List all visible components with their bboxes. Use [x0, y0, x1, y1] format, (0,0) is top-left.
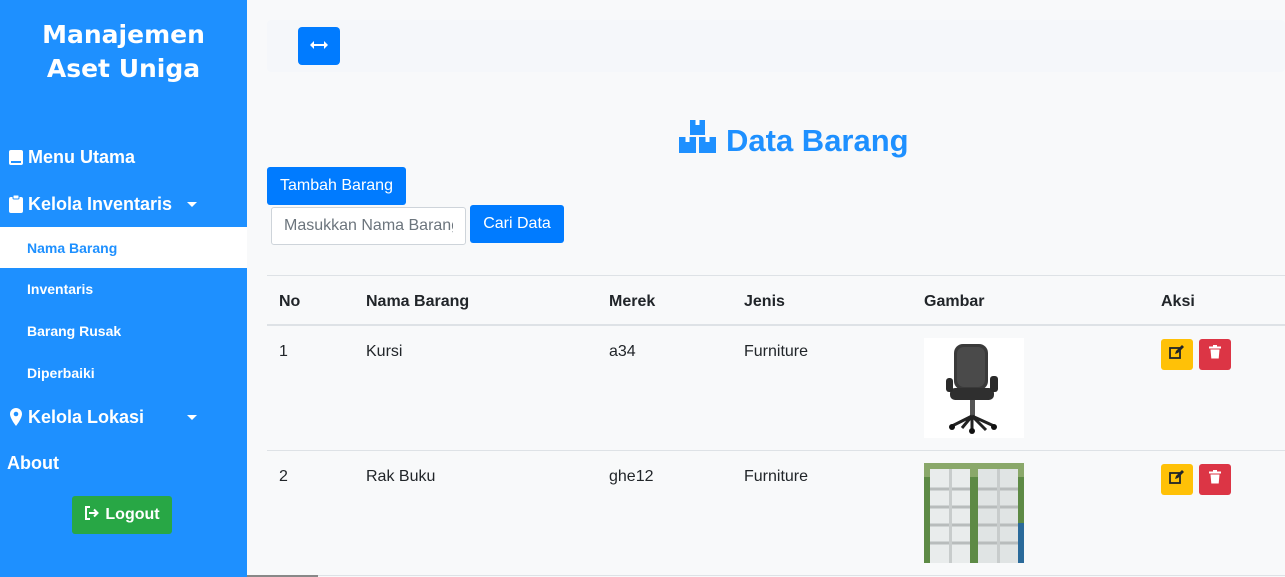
sidebar-item-barang-rusak[interactable]: Barang Rusak [0, 310, 247, 351]
header-merek: Merek [609, 293, 656, 310]
cell-merek: a34 [609, 343, 636, 360]
delete-button[interactable] [1199, 339, 1231, 370]
trash-icon [1209, 345, 1221, 364]
boxes-icon [679, 120, 716, 161]
edit-icon [1169, 470, 1185, 489]
logout-label: Logout [105, 506, 160, 523]
search-input[interactable] [271, 207, 466, 245]
nav-kelola-lokasi[interactable]: Kelola Lokasi [0, 403, 247, 431]
table-header: No Nama Barang Merek Jenis Gambar Aksi [267, 276, 1285, 326]
edit-button[interactable] [1161, 339, 1193, 370]
trash-icon [1209, 470, 1221, 489]
page-title: Data Barang [679, 120, 909, 161]
chevron-down-icon [187, 202, 197, 207]
nav-kelola-inventaris[interactable]: Kelola Inventaris [0, 190, 247, 218]
search-button[interactable]: Cari Data [470, 205, 564, 243]
brand-line-1: Manajemen [42, 20, 205, 49]
nav-kelola-lokasi-label: Kelola Lokasi [28, 406, 145, 427]
edit-icon [1169, 345, 1185, 364]
map-marker-icon [6, 408, 26, 426]
sidebar-toggle-button[interactable] [298, 27, 340, 65]
topbar [267, 20, 1285, 72]
header-aksi: Aksi [1161, 293, 1195, 310]
nav-kelola-inventaris-label: Kelola Inventaris [28, 193, 173, 214]
page-title-text: Data Barang [726, 122, 909, 158]
header-jenis: Jenis [744, 293, 785, 310]
main-content: Data Barang Tambah Barang Cari Data No N… [247, 0, 1285, 577]
clipboard-icon [6, 195, 26, 213]
sidebar-item-nama-barang[interactable]: Nama Barang [0, 227, 247, 268]
cell-jenis: Furniture [744, 468, 809, 485]
sidebar: Manajemen Aset Uniga Menu Utama Kelola I… [0, 0, 247, 577]
bookshelf-image [924, 463, 1024, 563]
cell-jenis: Furniture [744, 343, 809, 360]
book-icon [6, 149, 26, 166]
items-table: No Nama Barang Merek Jenis Gambar Aksi 1… [267, 275, 1285, 576]
arrows-horizontal-icon [310, 37, 328, 55]
brand: Manajemen Aset Uniga [0, 18, 247, 86]
cell-merek: ghe12 [609, 468, 654, 485]
nav-menu-utama[interactable]: Menu Utama [0, 143, 247, 171]
header-no: No [279, 293, 301, 310]
sidebar-item-diperbaiki[interactable]: Diperbaiki [0, 352, 247, 393]
add-item-button[interactable]: Tambah Barang [267, 167, 406, 205]
header-gambar: Gambar [924, 293, 985, 310]
edit-button[interactable] [1161, 464, 1193, 495]
office-chair-image [924, 338, 1024, 438]
delete-button[interactable] [1199, 464, 1231, 495]
cell-nama-barang: Kursi [366, 343, 403, 360]
cell-no: 1 [279, 343, 288, 360]
table-row: 1 Kursi a34 Furniture [267, 326, 1285, 451]
cell-no: 2 [279, 468, 288, 485]
brand-line-2: Aset Uniga [46, 54, 201, 83]
nav-menu-utama-label: Menu Utama [28, 146, 136, 167]
sidebar-item-inventaris[interactable]: Inventaris [0, 268, 247, 309]
header-nama-barang: Nama Barang [366, 293, 470, 310]
logout-button[interactable]: Logout [72, 496, 172, 534]
chevron-down-icon [187, 415, 197, 420]
cell-nama-barang: Rak Buku [366, 468, 436, 485]
sign-out-icon [84, 505, 100, 525]
table-row: 2 Rak Buku ghe12 Furniture [267, 451, 1285, 576]
nav-about[interactable]: About [0, 449, 247, 477]
